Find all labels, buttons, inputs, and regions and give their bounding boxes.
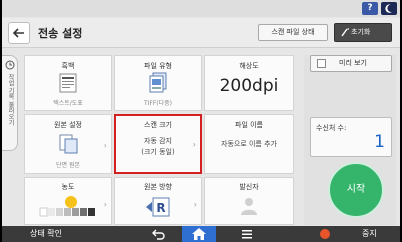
preview-label: 미리 보기 <box>339 59 367 67</box>
stop-button[interactable]: 중지 <box>312 226 400 242</box>
tiff-file-icon <box>149 72 167 93</box>
tile-title-orientation: 원본 방향 <box>144 183 172 191</box>
tile-title-filename: 파일 이름 <box>235 121 263 129</box>
density-tile[interactable]: 농도 › <box>24 177 112 225</box>
header: 전송 설정 스캔 파일 상태 초기화 <box>2 18 400 48</box>
scan-size-tile[interactable]: 스캔 크기 자동 감지 (크기 동일) › <box>114 114 202 174</box>
back-nav-button[interactable] <box>150 226 166 242</box>
svg-text:R: R <box>156 201 165 215</box>
status-check-button[interactable]: 상태 확인 <box>2 226 90 242</box>
file-name-tile[interactable]: 파일 이름 자동으로 이름 추가 <box>204 114 294 174</box>
preview-button[interactable]: 미리 보기 <box>310 55 392 72</box>
start-button[interactable]: 시작 <box>328 162 384 218</box>
menu-icon <box>242 230 252 239</box>
preview-checkbox[interactable] <box>317 59 326 68</box>
arrow-left-icon <box>12 28 24 38</box>
page-title: 전송 설정 <box>38 27 83 40</box>
status-strip: ? <box>2 0 400 17</box>
tile-value-filetype: TIFF(다중) <box>143 100 173 107</box>
color-mode-tile[interactable]: 흑백 텍스트/도표 <box>24 55 112 111</box>
bottom-bar: 상태 확인 중지 <box>2 226 400 242</box>
tile-value-original: 단면 원본 <box>56 162 80 169</box>
tile-value-color: 텍스트/도표 <box>53 100 83 107</box>
file-type-tile[interactable]: 파일 유형 TIFF(다중) <box>114 55 202 111</box>
chevron-right-icon: › <box>103 141 107 150</box>
reset-icon <box>341 28 349 37</box>
original-orientation-tile[interactable]: 원본 방향 R › <box>114 177 202 225</box>
chevron-right-icon: › <box>103 200 107 209</box>
job-history-label: 작업 기록 불러오기 <box>7 74 14 126</box>
sender-tile[interactable]: 발신자 <box>204 177 294 225</box>
tile-value-filename: 자동으로 이름 추가 <box>221 140 277 148</box>
tile-title-filetype: 파일 유형 <box>144 62 172 70</box>
right-panel: 미리 보기 수신처 수: 1 시작 <box>304 55 396 225</box>
resolution-value: 200dpi <box>219 76 279 96</box>
destination-count-label: 수신처 수: <box>316 124 347 132</box>
moon-icon <box>385 4 392 13</box>
back-button[interactable] <box>8 22 30 44</box>
density-scale-icon <box>39 196 95 217</box>
single-sided-original-icon <box>59 134 78 154</box>
tile-title-density: 농도 <box>61 183 75 191</box>
destination-count-box: 수신처 수: 1 <box>310 117 392 157</box>
original-settings-tile[interactable]: 원본 설정 단면 원본 › <box>24 114 112 174</box>
home-button[interactable] <box>182 226 216 242</box>
resolution-tile[interactable]: 해상도 200dpi <box>204 55 294 111</box>
home-icon <box>192 228 206 240</box>
orientation-r-icon: R <box>146 197 170 217</box>
chevron-right-icon: › <box>192 140 196 149</box>
tile-title-color: 흑백 <box>61 62 75 70</box>
clock-icon <box>5 60 15 70</box>
tile-title-scansize: 스캔 크기 <box>144 121 172 129</box>
scan-file-status-button[interactable]: 스캔 파일 상태 <box>258 24 328 41</box>
tile-value-scansize-line1: 자동 감지 <box>144 137 172 145</box>
return-arrow-icon <box>152 229 165 240</box>
menu-button[interactable] <box>238 226 256 242</box>
job-history-tab[interactable]: 작업 기록 불러오기 <box>2 55 18 151</box>
stop-label: 중지 <box>362 229 377 238</box>
reset-button[interactable]: 초기화 <box>334 23 392 42</box>
help-button[interactable]: ? <box>362 2 378 15</box>
reset-label: 초기화 <box>351 28 371 36</box>
stop-icon <box>320 229 330 239</box>
chevron-right-icon: › <box>193 200 197 209</box>
person-icon <box>241 198 257 215</box>
destination-count-value: 1 <box>374 132 385 152</box>
tile-title-original: 원본 설정 <box>54 121 82 129</box>
tile-value-scansize-line2: (크기 동일) <box>141 148 175 156</box>
scan-settings-screen: ? 전송 설정 스캔 파일 상태 초기화 작업 기록 불러오기 흑백 텍스트/도… <box>2 0 400 242</box>
night-mode-button[interactable] <box>381 2 397 15</box>
tile-title-sender: 발신자 <box>239 183 259 191</box>
tile-title-resolution: 해상도 <box>239 62 259 70</box>
text-document-icon <box>59 73 77 93</box>
